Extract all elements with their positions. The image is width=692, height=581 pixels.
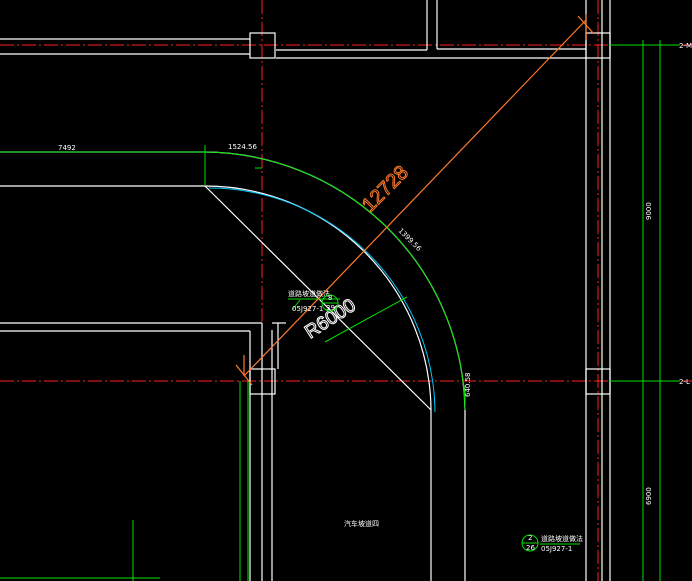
grid-lines xyxy=(0,0,692,581)
room-label: 汽车坡道四 xyxy=(344,519,379,528)
detail-ref-1-sheet: 39 xyxy=(326,304,335,312)
detail-ref-2-title: 道路坡道做法 xyxy=(541,534,583,543)
detail-ref-1-code: 05J927-1 xyxy=(292,305,323,313)
detail-ref-1-title: 道路坡道做法 xyxy=(288,289,330,298)
dim-1399-56: 1399.56 xyxy=(397,227,424,254)
axis-label-middle: 2-L xyxy=(679,378,690,386)
dim-640-58: 640.58 xyxy=(464,373,472,398)
axis-bubble-middle: 2-L xyxy=(666,378,690,386)
detail-reference-1: 道路坡道做法 8 39 05J927-1 xyxy=(288,289,339,313)
dim-6900: 6900 xyxy=(645,487,653,505)
detail-ref-2-code: 05J927-1 xyxy=(541,545,572,553)
detail-ref-1-number: 8 xyxy=(328,294,332,302)
dim-7492: 7492 xyxy=(58,144,76,152)
radius-label-r6000: R6000 xyxy=(301,295,359,343)
dim-1524-56: 1524.56 xyxy=(228,143,257,151)
dim-9000: 9000 xyxy=(645,202,653,220)
detail-ref-2-sheet: 26 xyxy=(526,544,535,552)
cad-drawing-canvas: 7492 1524.56 1399.56 640.58 9000 6900 12… xyxy=(0,0,692,581)
axis-bubble-top: 2-M xyxy=(666,42,692,50)
detail-ref-2-number: 2 xyxy=(528,534,532,542)
axis-label-top: 2-M xyxy=(679,42,692,50)
